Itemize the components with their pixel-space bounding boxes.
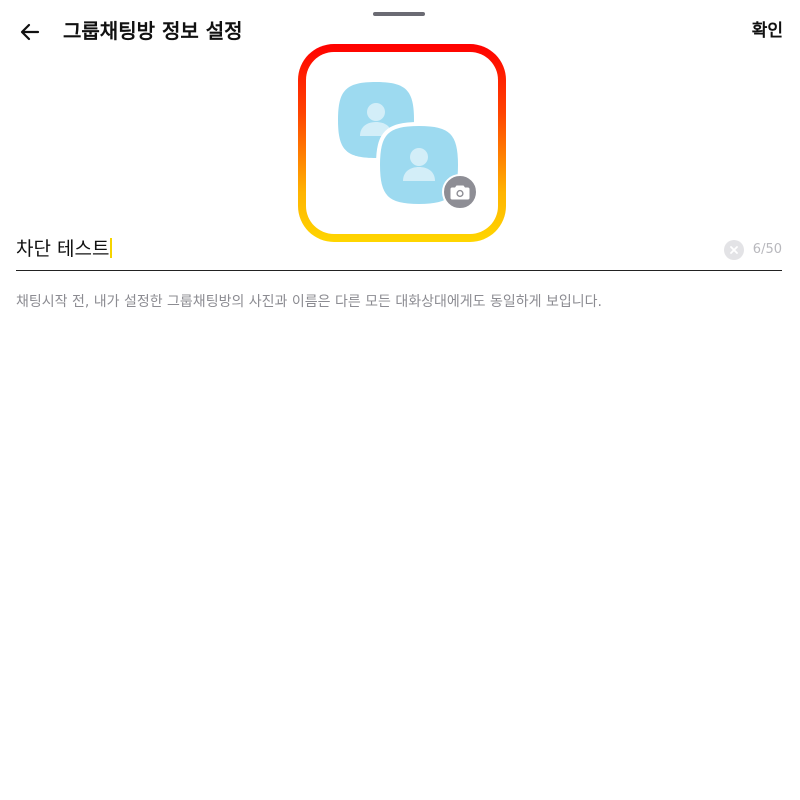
helper-text: 채팅시작 전, 내가 설정한 그룹채팅방의 사진과 이름은 다른 모든 대화상대… — [16, 294, 602, 310]
chatroom-name-field[interactable]: 차단 테스트 6/50 — [16, 230, 782, 271]
group-profile-icon — [336, 80, 478, 210]
clear-circle-icon — [730, 246, 738, 254]
profile-image-picker[interactable] — [298, 44, 506, 242]
chatroom-name-input[interactable]: 차단 테스트 — [16, 236, 113, 262]
camera-button[interactable] — [442, 174, 478, 210]
group-chat-settings-screen: 그룹채팅방 정보 설정 확인 차단 테스트 6/50 채팅시작 전, 내가 설정… — [0, 0, 800, 800]
back-button[interactable] — [14, 16, 46, 48]
chatroom-name-value: 차단 테스트 — [16, 238, 110, 260]
arrow-left-icon — [20, 23, 40, 41]
page-title: 그룹채팅방 정보 설정 — [63, 19, 243, 43]
camera-icon — [450, 185, 470, 200]
character-counter: 6/50 — [752, 242, 782, 257]
clear-button[interactable] — [724, 240, 744, 260]
text-caret — [110, 238, 113, 258]
confirm-button[interactable]: 확인 — [752, 18, 783, 44]
